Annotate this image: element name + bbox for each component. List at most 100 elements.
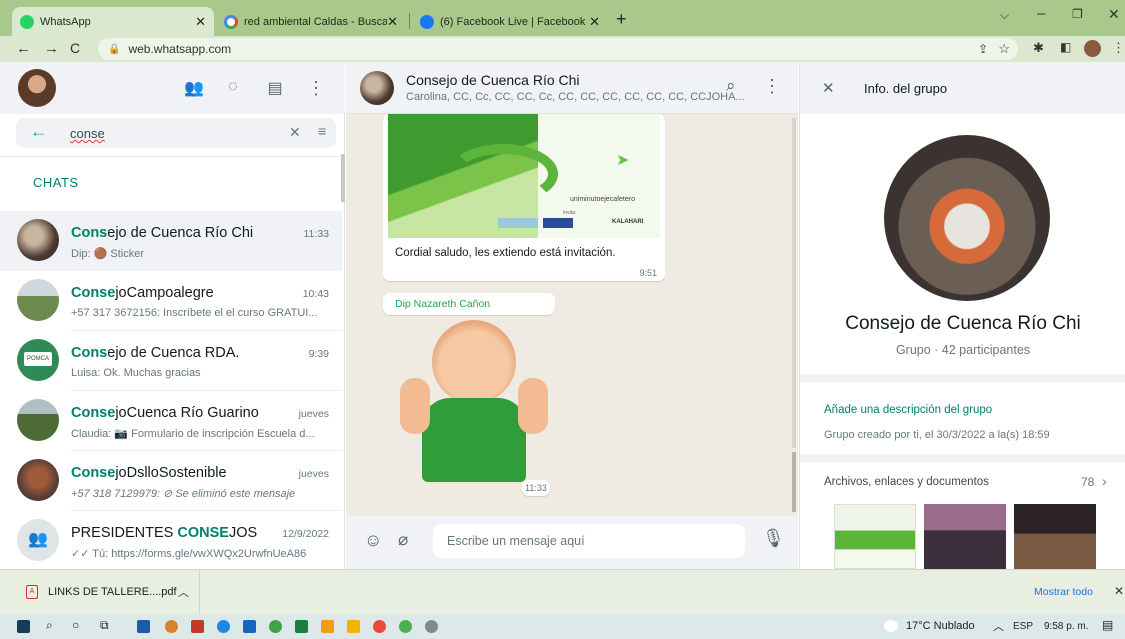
minimize-icon[interactable]: – — [1037, 5, 1045, 22]
side-panel-icon[interactable]: ◧ — [1060, 40, 1071, 54]
microphone-icon[interactable]: 🎙 — [762, 528, 785, 549]
chat-avatar: POMCA — [17, 339, 59, 381]
conversation-members: Carolina, CC, Cc, CC, CC, Cc, CC, CC, CC… — [406, 91, 745, 103]
notifications-icon[interactable]: ▤ — [1102, 618, 1113, 632]
attach-icon[interactable]: ⌀ — [398, 530, 408, 550]
emoji-icon[interactable]: ☺ — [364, 530, 382, 551]
tab-whatsapp[interactable]: WhatsApp ✕ — [12, 7, 214, 36]
sticker-time-bubble: 11:33 — [522, 480, 550, 496]
search-messages-icon[interactable]: ⌕ — [726, 76, 736, 96]
bookmark-star-icon[interactable]: ☆ — [998, 41, 1010, 57]
add-description-link[interactable]: Añade una descripción del grupo — [824, 404, 992, 416]
flyer-image[interactable]: ➤ uniminutoejecafetero Invita: KALAHARI — [388, 114, 660, 238]
my-avatar[interactable] — [18, 69, 56, 107]
search-back-arrow-icon[interactable]: ← — [30, 122, 47, 142]
edge-icon[interactable] — [217, 620, 230, 633]
cortana-icon[interactable]: ○ — [72, 618, 79, 632]
chevron-up-icon[interactable]: ︿ — [178, 584, 189, 600]
communities-icon[interactable]: 👥 — [183, 78, 205, 100]
status-icon[interactable]: ◌ — [222, 78, 244, 100]
sender-name[interactable]: Dip Nazareth Cañon — [395, 298, 490, 310]
address-bar-row: ← → C 🔒 web.whatsapp.com ⇪ ☆ ✱ ◧ ⋮ — [0, 36, 1125, 62]
close-tab-icon[interactable]: ✕ — [387, 14, 398, 30]
task-view-icon[interactable]: ⧉ — [100, 618, 109, 633]
app-icon[interactable] — [165, 620, 178, 633]
language-indicator[interactable]: ESP — [1013, 621, 1033, 632]
download-item[interactable]: A LINKS DE TALLERE....pdf ︿ — [0, 570, 200, 615]
chrome-icon[interactable] — [269, 620, 282, 633]
profile-avatar[interactable] — [1084, 40, 1101, 57]
group-profile-card: Consejo de Cuenca Río Chi Grupo · 42 par… — [800, 114, 1125, 374]
chat-row[interactable]: ConsejoCampoalegre 10:43 +57 317 3672156… — [0, 271, 342, 331]
group-created-text: Grupo creado por ti, el 30/3/2022 a la(s… — [824, 429, 1050, 441]
chat-row[interactable]: POMCA Consejo de Cuenca RDA. 9:39 Luisa:… — [0, 331, 342, 391]
close-tab-icon[interactable]: ✕ — [195, 14, 206, 30]
clock[interactable]: 9:58 p. m. — [1044, 621, 1088, 632]
new-chat-icon[interactable]: ▤ — [264, 78, 286, 100]
powerpoint-icon[interactable] — [191, 620, 204, 633]
search-input[interactable]: conse — [70, 126, 105, 141]
media-thumbnail[interactable] — [924, 504, 1006, 569]
tab-google-search[interactable]: red ambiental Caldas - Buscar co ✕ — [216, 7, 406, 36]
tab-facebook[interactable]: (6) Facebook Live | Facebook ✕ — [412, 7, 608, 36]
conversation-scrollbar-track — [792, 118, 796, 448]
weather-text[interactable]: 17°C Nublado — [906, 620, 975, 632]
share-icon[interactable]: ⇪ — [978, 42, 988, 56]
media-thumbnail[interactable] — [1014, 504, 1096, 569]
group-description-card: Añade una descripción del grupo Grupo cr… — [800, 382, 1125, 454]
forward-arrow-icon[interactable]: → — [44, 40, 59, 57]
green-shirt — [422, 398, 526, 482]
group-info-title: Info. del grupo — [864, 81, 948, 96]
message-input[interactable]: Escribe un mensaje aquí — [433, 524, 745, 558]
excel-icon[interactable] — [295, 620, 308, 633]
file-explorer-icon[interactable] — [347, 620, 360, 633]
reload-icon[interactable]: C — [70, 40, 80, 56]
windows-start-icon[interactable] — [17, 620, 30, 633]
menu-icon[interactable]: ⋮ — [305, 78, 327, 100]
chevron-right-icon[interactable]: › — [1102, 473, 1107, 489]
taskbar-search-icon[interactable]: ⌕ — [46, 618, 53, 633]
sticker-image[interactable] — [394, 318, 550, 482]
message-input-placeholder: Escribe un mensaje aquí — [447, 534, 585, 548]
photos-icon[interactable] — [321, 620, 334, 633]
conversation-scrollbar-thumb[interactable] — [792, 452, 796, 512]
browser-menu-icon[interactable]: ⋮ — [1112, 40, 1125, 56]
close-tab-icon[interactable]: ✕ — [589, 14, 600, 30]
close-window-icon[interactable]: ✕ — [1108, 6, 1120, 23]
back-arrow-icon[interactable]: ← — [16, 40, 31, 57]
media-thumbnail[interactable] — [834, 504, 916, 569]
restore-icon[interactable]: ❐ — [1072, 7, 1083, 21]
image-message-bubble[interactable]: ➤ uniminutoejecafetero Invita: KALAHARI … — [383, 114, 665, 281]
chrome-active-icon[interactable] — [399, 620, 412, 633]
chat-row[interactable]: ConsejoCuenca Río Guarino jueves Claudia… — [0, 391, 342, 451]
chat-row[interactable]: Consejo de Cuenca Río Chi 11:33 Dip: 🟤 S… — [0, 211, 342, 271]
chat-name: ConsejoCuenca Río Guarino — [71, 405, 259, 421]
chat-name: ConsejoDslloSostenible — [71, 465, 227, 481]
mail-app-icon[interactable] — [137, 620, 150, 633]
conversation-menu-icon[interactable]: ⋮ — [763, 76, 781, 97]
filter-icon[interactable]: ≡ — [318, 123, 326, 139]
close-group-info-icon[interactable]: ✕ — [822, 79, 835, 97]
word-icon[interactable] — [243, 620, 256, 633]
new-tab-button[interactable]: + — [616, 9, 627, 30]
chat-list-scrollbar[interactable] — [341, 154, 345, 202]
download-filename: LINKS DE TALLERE....pdf — [48, 586, 177, 598]
media-count: 78 — [1081, 475, 1095, 489]
media-label[interactable]: Archivos, enlaces y documentos — [824, 476, 989, 488]
group-photo[interactable] — [884, 135, 1050, 301]
chat-row[interactable]: 👥 PRESIDENTES CONSEJOS 12/9/2022 ✓✓ Tú: … — [0, 511, 342, 571]
conversation-header[interactable]: Consejo de Cuenca Río Chi Carolina, CC, … — [346, 62, 798, 114]
group-avatar[interactable] — [360, 71, 394, 105]
tab-search-icon[interactable]: ⌵ — [1000, 8, 1009, 23]
snip-icon[interactable] — [425, 620, 438, 633]
whatsapp-app: 👥 ◌ ▤ ⋮ ← conse ✕ ≡ CHATS Consejo de Cue… — [0, 62, 1125, 571]
opera-icon[interactable] — [373, 620, 386, 633]
clear-search-icon[interactable]: ✕ — [289, 124, 301, 141]
chat-row[interactable]: ConsejoDslloSostenible jueves +57 318 71… — [0, 451, 342, 511]
extensions-icon[interactable]: ✱ — [1033, 40, 1044, 56]
url-field[interactable]: 🔒 web.whatsapp.com ⇪ ☆ — [98, 38, 1018, 60]
show-all-downloads[interactable]: Mostrar todo — [1034, 586, 1093, 598]
tray-chevron-icon[interactable]: ︿ — [993, 618, 1004, 634]
close-downloads-icon[interactable]: ✕ — [1114, 584, 1124, 598]
windows-taskbar: ⌕ ○ ⧉ 17°C Nublado ︿ ESP 9:58 p. m. ▤ — [0, 614, 1125, 639]
